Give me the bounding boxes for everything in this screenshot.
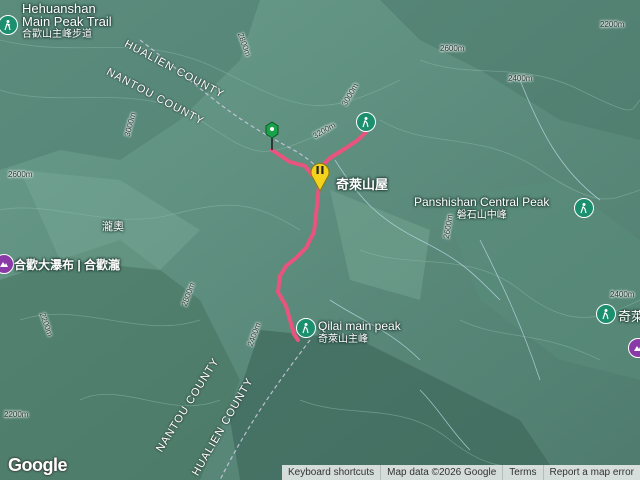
poi-label-hehuan-trail[interactable]: Hehuanshan Main Peak Trail 合歡山主峰步道 [22, 2, 112, 41]
poi-label-right-partial[interactable]: 奇萊 [618, 306, 640, 325]
poi-label-hehuan-waterfall[interactable]: 合歡大瀑布 | 合歡瀧 [14, 256, 120, 273]
keyboard-shortcuts-link[interactable]: Keyboard shortcuts [282, 465, 380, 480]
mountain-peak-icon[interactable] [296, 318, 316, 338]
report-map-error-link[interactable]: Report a map error [542, 465, 640, 480]
elevation-label: 2600m [440, 44, 465, 53]
elevation-label: 2400m [610, 290, 635, 299]
poi-name-zh: 奇萊山主峰 [318, 334, 368, 345]
flag-icon[interactable] [263, 120, 281, 155]
poi-name-en: Panshishan Central Peak [414, 195, 550, 209]
trailhead-icon[interactable] [356, 112, 376, 132]
terrain-map[interactable] [0, 0, 640, 480]
google-logo[interactable]: Google [8, 455, 68, 476]
elevation-label: 2200m [600, 20, 625, 29]
poi-label-panshishan-central[interactable]: Panshishan Central Peak 磐石山中峰 [414, 196, 549, 222]
elevation-label: 2400m [508, 74, 533, 83]
elevation-label: 2600m [8, 170, 33, 179]
poi-name-zh: 磐石山中峰 [456, 210, 507, 221]
map-data-attribution: Map data ©2026 Google [380, 465, 502, 480]
hut-icon[interactable] [309, 160, 331, 197]
elevation-label: 2200m [4, 410, 29, 419]
place-label-long-ao: 瀧奧 [102, 221, 124, 233]
poi-label-qilai-hut[interactable]: 奇萊山屋 [336, 174, 388, 193]
poi-name-zh: 合歡山主峰步道 [22, 29, 92, 40]
poi-name-en-line2: Main Peak Trail [22, 14, 112, 29]
mountain-peak-icon[interactable] [574, 198, 594, 218]
poi-label-qilai-main-peak[interactable]: Qilai main peak 奇萊山主峰 [318, 320, 401, 346]
mountain-peak-icon[interactable] [596, 304, 616, 324]
terms-link[interactable]: Terms [502, 465, 542, 480]
poi-name-en: Qilai main peak [318, 319, 401, 333]
map-footer: Keyboard shortcuts Map data ©2026 Google… [281, 465, 640, 480]
